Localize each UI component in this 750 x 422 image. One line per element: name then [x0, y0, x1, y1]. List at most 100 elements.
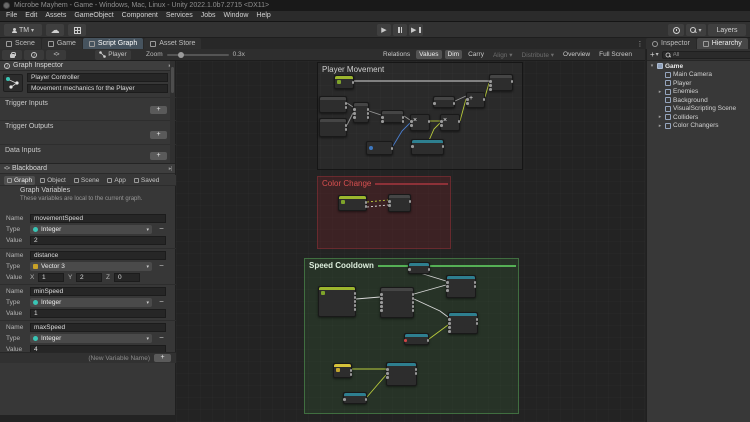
output-port[interactable]	[365, 205, 368, 208]
blackboard-toggle[interactable]: <>	[46, 50, 66, 60]
input-port[interactable]	[353, 108, 356, 111]
add-data-inputs-button[interactable]: +	[150, 152, 167, 160]
output-port[interactable]	[415, 368, 418, 371]
blackboard-tab-object[interactable]: Object	[37, 176, 69, 185]
input-port[interactable]	[433, 102, 436, 105]
output-port[interactable]	[442, 145, 445, 148]
input-port[interactable]	[446, 285, 449, 288]
output-port[interactable]	[402, 116, 405, 119]
input-port[interactable]	[489, 84, 492, 87]
zoom-slider[interactable]	[167, 54, 229, 56]
graph-node[interactable]	[404, 333, 429, 345]
output-port[interactable]	[345, 106, 348, 109]
input-port[interactable]	[380, 297, 383, 300]
output-port[interactable]	[354, 300, 357, 303]
output-port[interactable]	[412, 301, 415, 304]
input-port[interactable]	[380, 301, 383, 304]
graph-node[interactable]	[386, 362, 417, 386]
graph-canvas[interactable]: Player MovementColor ChangeSpeed Cooldow…	[176, 61, 645, 422]
new-variable-input[interactable]	[4, 354, 150, 363]
expand-collapsed-icon[interactable]: ▸	[657, 123, 663, 129]
input-port[interactable]	[380, 309, 383, 312]
output-port[interactable]	[345, 124, 348, 127]
output-port[interactable]	[428, 268, 431, 271]
input-port[interactable]	[466, 98, 469, 101]
input-port[interactable]	[448, 330, 451, 333]
graph-node[interactable]	[446, 275, 476, 298]
input-port[interactable]	[489, 80, 492, 83]
input-port[interactable]	[380, 305, 383, 308]
input-port[interactable]	[410, 120, 413, 123]
hierarchy-item-color-changers[interactable]: ▸Color Changers	[647, 122, 750, 131]
graph-node[interactable]: ×	[410, 114, 430, 131]
input-port[interactable]	[410, 124, 413, 127]
output-port[interactable]	[412, 297, 415, 300]
input-port[interactable]	[380, 293, 383, 296]
play-button[interactable]: ▶	[377, 24, 391, 36]
input-port[interactable]	[411, 145, 414, 148]
output-port[interactable]	[428, 120, 431, 123]
output-port[interactable]	[412, 309, 415, 312]
graph-inspector-toggle[interactable]: i	[24, 50, 44, 60]
undo-history-button[interactable]	[668, 24, 684, 36]
remove-variable-button[interactable]: −	[157, 334, 166, 343]
blackboard-tab-app[interactable]: App	[104, 176, 129, 185]
graph-node[interactable]	[318, 286, 356, 317]
hierarchy-item-enemies[interactable]: ▸Enemies	[647, 88, 750, 97]
toggle-full-screen[interactable]: Full Screen	[596, 50, 635, 59]
graph-node[interactable]	[448, 312, 478, 334]
menu-gameobject[interactable]: GameObject	[70, 11, 117, 21]
dock-icon[interactable]: ▸|	[169, 166, 171, 172]
create-object-button[interactable]: + ▾	[650, 50, 659, 59]
variable-value-input[interactable]	[30, 236, 166, 245]
hierarchy-search-input[interactable]	[673, 52, 750, 58]
tab-scene[interactable]: Scene	[0, 38, 41, 49]
graph-node[interactable]	[411, 139, 444, 155]
graph-title-field[interactable]	[27, 73, 168, 82]
output-port[interactable]	[474, 285, 477, 288]
output-port[interactable]	[415, 372, 418, 375]
tab-inspector[interactable]: Inspector	[646, 38, 696, 49]
lock-toggle[interactable]	[2, 50, 22, 60]
pause-button[interactable]	[393, 24, 407, 36]
input-port[interactable]	[489, 88, 492, 91]
menu-help[interactable]: Help	[252, 11, 274, 21]
blackboard-tab-saved[interactable]: Saved	[131, 176, 162, 185]
toggle-dim[interactable]: Dim	[445, 50, 463, 59]
scrollbar[interactable]	[170, 61, 175, 163]
add-trigger-inputs-button[interactable]: +	[150, 106, 167, 114]
variable-name-input[interactable]	[30, 251, 166, 260]
output-port[interactable]	[427, 339, 430, 342]
output-port[interactable]	[345, 102, 348, 105]
remove-variable-button[interactable]: −	[157, 225, 166, 234]
menu-component[interactable]: Component	[118, 11, 162, 21]
output-port[interactable]	[458, 120, 461, 123]
tab-asset-store[interactable]: Asset Store	[144, 38, 201, 49]
graph-node[interactable]	[333, 363, 352, 378]
toggle-overview[interactable]: Overview	[560, 50, 593, 59]
remove-variable-button[interactable]: −	[157, 298, 166, 307]
blackboard-tab-scene[interactable]: Scene	[71, 176, 102, 185]
graph-node[interactable]	[334, 75, 354, 89]
menu-jobs[interactable]: Jobs	[197, 11, 220, 21]
output-port[interactable]	[350, 373, 353, 376]
graph-node[interactable]	[319, 96, 347, 113]
variable-value-input[interactable]	[30, 309, 166, 318]
output-port[interactable]	[350, 369, 353, 372]
graph-node[interactable]	[353, 102, 369, 123]
toggle-distribute[interactable]: Distribute ▾	[519, 50, 558, 60]
hierarchy-item-player[interactable]: Player	[647, 79, 750, 88]
input-port[interactable]	[386, 376, 389, 379]
variable-type-dropdown[interactable]: Integer▾	[30, 334, 152, 343]
toggle-align[interactable]: Align ▾	[490, 50, 516, 60]
input-port[interactable]	[408, 268, 411, 271]
expand-collapsed-icon[interactable]: ▸	[657, 89, 663, 95]
menu-services[interactable]: Services	[162, 11, 197, 21]
input-port[interactable]	[446, 281, 449, 284]
output-port[interactable]	[354, 296, 357, 299]
hierarchy-item-background[interactable]: Background	[647, 96, 750, 105]
graph-node[interactable]	[380, 287, 414, 318]
graph-node[interactable]	[388, 194, 411, 212]
graph-node[interactable]	[319, 118, 347, 137]
graph-summary-field[interactable]	[27, 84, 168, 93]
